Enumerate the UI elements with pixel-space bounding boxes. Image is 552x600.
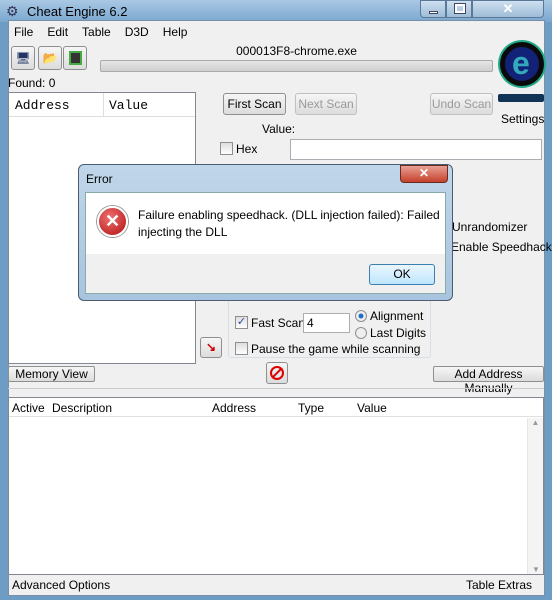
last-digits-radio[interactable]	[355, 327, 367, 339]
fast-scan-checkbox[interactable]: ✓	[235, 316, 248, 329]
pause-checkbox[interactable]	[235, 342, 248, 355]
undo-scan-button[interactable]: Undo Scan	[430, 93, 493, 115]
dialog-message-line1: Failure enabling speedhack. (DLL injecti…	[138, 208, 440, 222]
open-process-icon[interactable]: 🖥	[11, 46, 35, 70]
table-extras-link[interactable]: Table Extras	[466, 578, 532, 592]
scan-progress-bar	[100, 60, 493, 72]
column-description[interactable]: Description	[52, 401, 112, 415]
pause-label: Pause the game while scanning	[251, 342, 421, 356]
next-scan-button[interactable]: Next Scan	[295, 93, 357, 115]
add-address-button[interactable]: Add Address Manually	[433, 366, 544, 395]
alignment-label: Alignment	[370, 309, 424, 323]
cheat-engine-logo[interactable]: e	[498, 40, 546, 108]
dialog-close-button[interactable]: ✕	[400, 165, 448, 183]
minimize-button[interactable]	[420, 0, 446, 18]
hex-checkbox[interactable]	[220, 142, 233, 155]
menu-d3d[interactable]: D3D	[125, 25, 149, 39]
menu-bar: File Edit Table D3D Help	[14, 25, 187, 39]
hex-label: Hex	[236, 142, 258, 156]
process-name: 000013F8-chrome.exe	[236, 44, 357, 58]
column-address[interactable]: Address	[212, 401, 256, 415]
column-address[interactable]: Address	[15, 98, 70, 113]
stop-icon[interactable]	[266, 362, 288, 384]
table-header: Active Description Address Type Value	[9, 398, 543, 417]
found-count: Found: 0	[8, 76, 56, 90]
address-table[interactable]: Active Description Address Type Value ▲ ▼	[8, 397, 544, 575]
title-bar: ⚙ Cheat Engine 6.2 ✕	[0, 0, 552, 22]
column-value[interactable]: Value	[357, 401, 387, 415]
splitter[interactable]	[8, 388, 544, 393]
column-active[interactable]: Active	[12, 401, 45, 415]
save-icon[interactable]	[63, 46, 87, 70]
app-icon: ⚙	[6, 3, 19, 19]
unrandomizer-label[interactable]: Unrandomizer	[452, 220, 527, 234]
menu-table[interactable]: Table	[82, 25, 111, 39]
settings-link[interactable]: Settings	[501, 112, 544, 126]
alignment-radio[interactable]	[355, 310, 367, 322]
dialog-body: ✕ Failure enabling speedhack. (DLL injec…	[85, 192, 446, 294]
last-digits-label: Last Digits	[370, 326, 427, 340]
open-file-icon[interactable]: 📂	[38, 46, 62, 70]
memory-view-button[interactable]: Memory View	[8, 366, 95, 382]
dialog-message-area: ✕ Failure enabling speedhack. (DLL injec…	[86, 193, 445, 254]
table-scrollbar[interactable]: ▲ ▼	[527, 418, 543, 574]
error-icon: ✕	[97, 206, 128, 237]
menu-help[interactable]: Help	[163, 25, 188, 39]
ok-button[interactable]: OK	[369, 264, 435, 285]
value-input[interactable]	[290, 139, 542, 160]
dialog-message-line2: injecting the DLL	[138, 225, 228, 239]
maximize-button[interactable]	[446, 0, 472, 18]
error-dialog: Error ✕ ✕ Failure enabling speedhack. (D…	[78, 164, 453, 301]
column-value[interactable]: Value	[109, 98, 148, 113]
speedhack-label[interactable]: Enable Speedhack	[451, 240, 552, 254]
value-label: Value:	[262, 122, 296, 136]
menu-edit[interactable]: Edit	[47, 25, 68, 39]
fast-scan-input[interactable]: 4	[303, 313, 350, 333]
close-button[interactable]: ✕	[472, 0, 544, 18]
dialog-title: Error	[86, 172, 113, 186]
add-to-list-arrow-icon[interactable]: ↘	[200, 337, 222, 358]
advanced-options-link[interactable]: Advanced Options	[12, 578, 110, 592]
column-type[interactable]: Type	[298, 401, 324, 415]
window-title: Cheat Engine 6.2	[27, 4, 128, 19]
fast-scan-label: Fast Scan	[251, 316, 306, 330]
first-scan-button[interactable]: First Scan	[223, 93, 286, 115]
results-header: Address Value	[9, 93, 195, 117]
menu-file[interactable]: File	[14, 25, 33, 39]
